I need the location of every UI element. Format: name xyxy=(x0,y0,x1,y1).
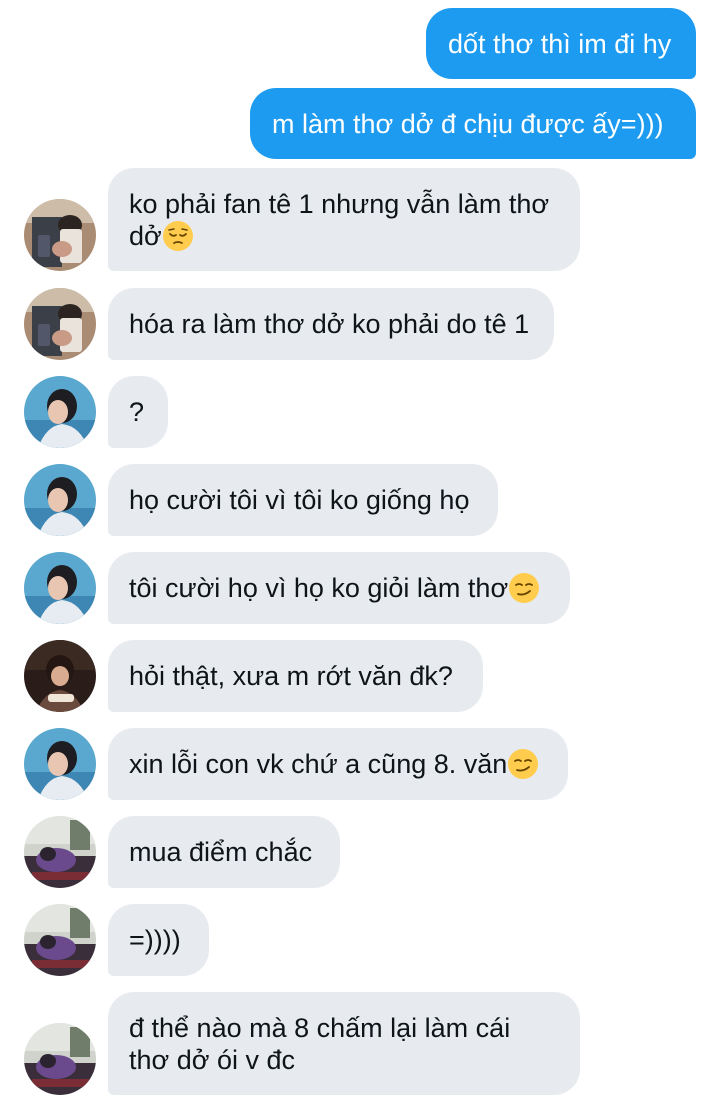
incoming-message-bubble[interactable]: ? xyxy=(108,376,168,448)
message-text-line: đ thể nào mà 8 chấm lại làm cái xyxy=(129,1013,511,1043)
selfie-mirror-avatar[interactable] xyxy=(24,199,96,271)
person-eating-avatar[interactable] xyxy=(24,640,96,712)
outgoing-message-bubble[interactable]: m làm thơ dở đ chịu được ấy=))) xyxy=(250,88,696,159)
message-text: hỏi thật, xưa m rớt văn đk? xyxy=(129,661,453,691)
purple-figure-avatar[interactable] xyxy=(24,904,96,976)
selfie-mirror-avatar[interactable] xyxy=(24,288,96,360)
boy-blue-sky-avatar[interactable] xyxy=(24,728,96,800)
incoming-message-bubble[interactable]: đ thể nào mà 8 chấm lại làm cái thơ dở ó… xyxy=(108,992,580,1095)
boy-blue-sky-avatar[interactable] xyxy=(24,464,96,536)
message-text: ? xyxy=(129,397,145,427)
purple-figure-avatar[interactable] xyxy=(24,1023,96,1095)
smirking-face-emoji xyxy=(508,749,539,779)
message-text: dốt thơ thì im đi hy xyxy=(448,28,672,59)
incoming-message-bubble[interactable]: hóa ra làm thơ dở ko phải do tê 1 xyxy=(108,288,554,360)
message-text-line: ko phải fan tê 1 nhưng vẫn làm thơ xyxy=(129,189,550,219)
boy-blue-sky-avatar[interactable] xyxy=(24,552,96,624)
message-text: tôi cười họ vì họ ko giỏi làm thơ xyxy=(129,573,509,603)
smirking-face-emoji xyxy=(509,573,540,603)
incoming-message-bubble[interactable]: tôi cười họ vì họ ko giỏi làm thơ xyxy=(108,552,570,624)
incoming-message-bubble[interactable]: =)))) xyxy=(108,904,209,976)
pensive-face-emoji xyxy=(162,221,193,251)
message-text: họ cười tôi vì tôi ko giống họ xyxy=(129,485,470,515)
incoming-message-bubble[interactable]: ko phải fan tê 1 nhưng vẫn làm thơ dở xyxy=(108,168,580,271)
message-text: dở xyxy=(129,221,162,251)
message-text: m làm thơ dở đ chịu được ấy=))) xyxy=(272,108,664,139)
message-text-line: dở xyxy=(129,220,559,252)
message-text-line: thơ dở ói v đc xyxy=(129,1045,295,1075)
incoming-message-bubble[interactable]: xin lỗi con vk chứ a cũng 8. văn xyxy=(108,728,568,800)
outgoing-message-bubble[interactable]: dốt thơ thì im đi hy xyxy=(426,8,696,79)
message-text: =)))) xyxy=(129,925,181,955)
message-text: hóa ra làm thơ dở ko phải do tê 1 xyxy=(129,309,530,339)
message-text: mua điểm chắc xyxy=(129,837,313,867)
incoming-message-bubble[interactable]: mua điểm chắc xyxy=(108,816,340,888)
incoming-message-bubble[interactable]: hỏi thật, xưa m rớt văn đk? xyxy=(108,640,483,712)
message-text: xin lỗi con vk chứ a cũng 8. văn xyxy=(129,749,508,779)
incoming-message-bubble[interactable]: họ cười tôi vì tôi ko giống họ xyxy=(108,464,498,536)
message-thread: dốt thơ thì im đi hy m làm thơ dở đ chịu… xyxy=(0,0,720,1104)
boy-blue-sky-avatar[interactable] xyxy=(24,376,96,448)
purple-figure-avatar[interactable] xyxy=(24,816,96,888)
